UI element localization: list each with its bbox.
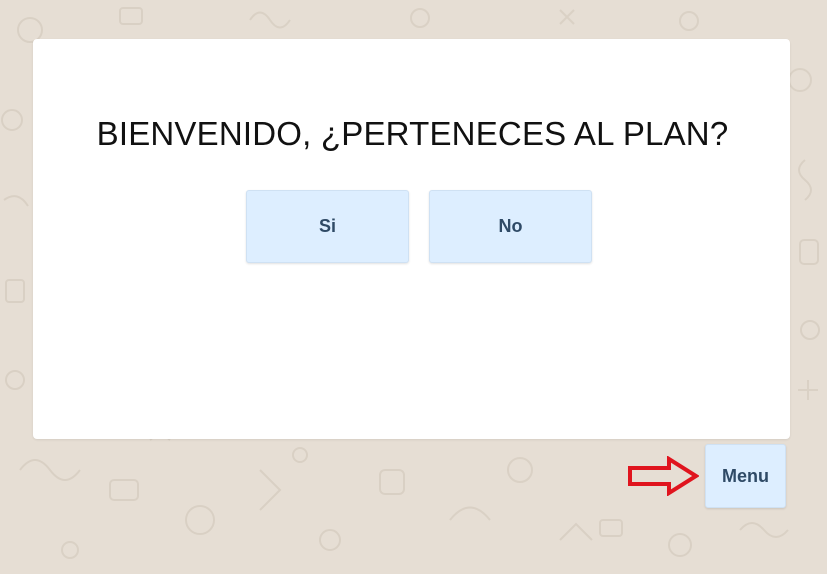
dialog-title: BIENVENIDO, ¿PERTENECES AL PLAN?	[96, 115, 729, 152]
yes-button[interactable]: Si	[246, 190, 409, 263]
right-arrow-outline-icon	[628, 456, 699, 496]
menu-button[interactable]: Menu	[705, 444, 786, 508]
welcome-dialog	[33, 39, 790, 439]
no-button[interactable]: No	[429, 190, 592, 263]
